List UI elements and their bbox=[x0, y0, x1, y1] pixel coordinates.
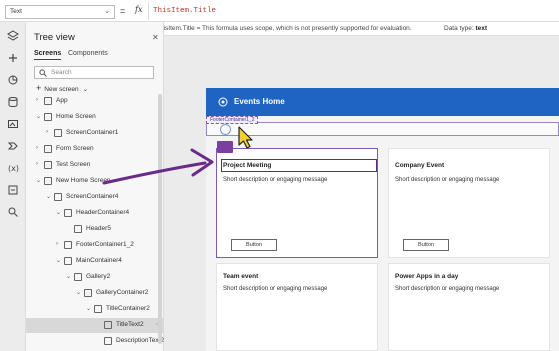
annotation-arrow bbox=[102, 148, 214, 185]
mouse-cursor-icon bbox=[238, 126, 253, 149]
